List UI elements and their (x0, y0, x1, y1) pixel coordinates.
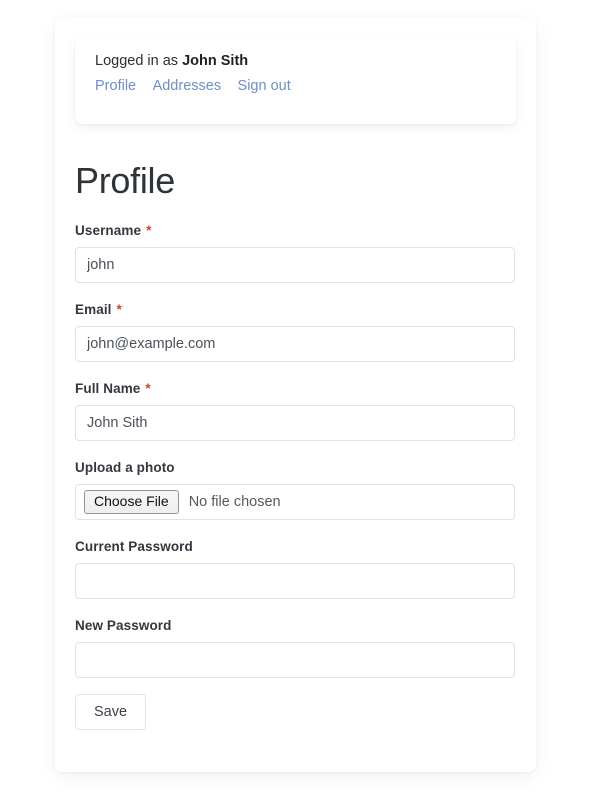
field-group-current-password: Current Password (75, 538, 516, 599)
field-group-email: Email * (75, 301, 516, 362)
label-upload-photo: Upload a photo (75, 459, 516, 477)
label-username: Username * (75, 222, 516, 240)
file-chosen-status: No file chosen (188, 494, 281, 510)
full-name-input[interactable] (75, 405, 515, 441)
profile-form: Profile Username* Email* Full Name* Upl (75, 141, 516, 730)
label-upload-photo-text: Upload a photo (75, 460, 175, 475)
label-email: Email * (75, 301, 516, 319)
username-input[interactable] (75, 247, 515, 283)
field-group-full-name: Full Name * (75, 380, 516, 441)
choose-file-button[interactable]: Choose File (84, 490, 179, 514)
form-actions: Save (75, 694, 516, 730)
label-email-text: Email (75, 302, 112, 317)
field-group-username: Username * (75, 222, 516, 283)
new-password-input[interactable] (75, 642, 515, 678)
required-marker-username: * (146, 223, 152, 238)
label-new-password-text: New Password (75, 618, 172, 633)
link-addresses[interactable]: Addresses (153, 78, 222, 94)
label-username-text: Username (75, 223, 142, 238)
photo-file-input[interactable]: Choose File No file chosen (75, 484, 515, 520)
label-full-name-text: Full Name (75, 381, 141, 396)
field-group-upload-photo: Upload a photo Choose File No file chose… (75, 459, 516, 520)
label-full-name: Full Name * (75, 380, 516, 398)
save-button[interactable]: Save (75, 694, 147, 730)
required-marker-full-name: * (145, 381, 151, 396)
required-marker-email: * (116, 302, 122, 317)
current-password-input[interactable] (75, 563, 515, 599)
link-profile[interactable]: Profile (95, 78, 136, 94)
label-current-password: Current Password (75, 538, 516, 556)
label-new-password: New Password (75, 617, 516, 635)
link-sign-out[interactable]: Sign out (238, 78, 291, 94)
label-current-password-text: Current Password (75, 539, 193, 554)
page-title: Profile (75, 160, 175, 201)
session-card: Logged in as John Sith Profile Addresses… (75, 37, 516, 124)
session-card-body: Logged in as John Sith Profile Addresses… (75, 37, 516, 96)
session-links: Profile Addresses Sign out (95, 76, 496, 96)
email-input[interactable] (75, 326, 515, 362)
logged-in-status: Logged in as John Sith (95, 51, 496, 71)
logged-in-username: John Sith (182, 53, 249, 69)
field-group-new-password: New Password (75, 617, 516, 678)
page-card: Logged in as John Sith Profile Addresses… (55, 17, 536, 772)
logged-in-prefix: Logged in as (95, 53, 179, 69)
